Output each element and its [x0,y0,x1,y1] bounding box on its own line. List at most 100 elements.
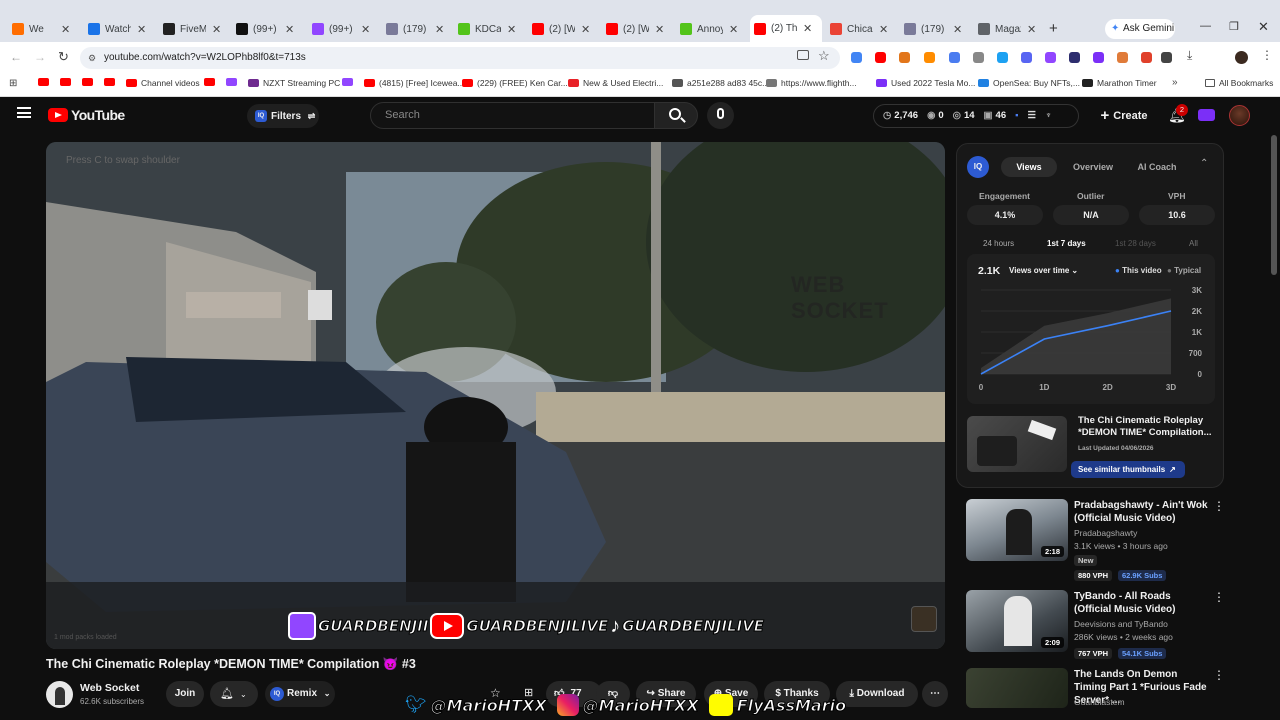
create-button[interactable]: + Create [1092,104,1156,128]
bookmark-item[interactable] [342,78,357,86]
range-28d[interactable]: 1st 28 days [1115,239,1156,248]
recommendation-item[interactable]: 2:18 Pradabagshawty - Ain't Wok (Officia… [956,499,1225,589]
extension-icon[interactable] [1021,52,1032,63]
tab-ai-coach[interactable]: AI Coach [1129,157,1185,177]
bookmark-star-icon[interactable]: ☆ [818,48,830,64]
search-button[interactable] [654,102,698,129]
end-card-avatar[interactable] [911,606,937,632]
close-tab-icon[interactable]: ✕ [729,23,738,36]
extension-icon[interactable] [899,52,910,63]
hamburger-menu-icon[interactable] [17,107,31,118]
browser-tab[interactable]: (99+) ✕ [236,19,302,39]
download-icon[interactable]: ⤓ [1187,48,1192,63]
extension-icon[interactable] [973,52,984,63]
extension-icon[interactable] [1161,52,1172,63]
recommendation-item[interactable]: 2:09 TyBando - All Roads (Official Music… [956,590,1225,680]
remix-button[interactable]: IQ Remix ⌄ [265,681,335,707]
more-actions-button[interactable]: ⋯ [922,681,948,707]
recommendation-item[interactable]: The Lands On Demon Timing Part 1 *Furiou… [956,668,1225,720]
download-button[interactable]: ⤓ Download [836,681,918,707]
extension-icon[interactable] [1093,52,1104,63]
close-tab-icon[interactable]: ✕ [507,23,516,36]
browser-tab[interactable]: Magaz ✕ [978,19,1044,39]
more-bookmarks-icon[interactable]: » [1172,77,1178,88]
bookmark-item[interactable]: OpenSea: Buy NFTs,... [978,78,1080,88]
page-scrollbar[interactable] [1271,135,1277,275]
voice-search-button[interactable] [707,102,734,129]
browser-tab[interactable]: (2) [WC ✕ [532,19,598,39]
tab-views[interactable]: Views [1001,157,1057,177]
restore-button[interactable]: ❐ [1229,20,1239,33]
more-options-icon[interactable]: ⋮ [1213,499,1225,513]
reload-icon[interactable]: ↻ [58,49,69,65]
all-bookmarks[interactable]: All Bookmarks [1205,78,1273,88]
video-player[interactable]: Press C to swap shoulder Web Socket 1 mo… [46,142,945,649]
extension-icon[interactable] [1141,52,1152,63]
close-tab-icon[interactable]: ✕ [581,23,590,36]
tubebuddy-icon[interactable] [1198,109,1215,121]
close-tab-icon[interactable]: ✕ [285,23,294,36]
browser-tab[interactable]: (179) W ✕ [904,19,970,39]
bookmark-item[interactable]: a251e288 ad83 45c... [672,78,769,88]
extension-icon[interactable] [1069,52,1080,63]
recommendation-thumbnail[interactable]: 2:18 [966,499,1068,561]
close-tab-icon[interactable]: ✕ [435,23,444,36]
close-window-button[interactable]: ✕ [1258,19,1269,35]
channel-avatar[interactable] [46,681,73,708]
close-tab-icon[interactable]: ✕ [655,23,664,36]
browser-tab[interactable]: We ✕ [12,19,78,39]
menu-icon[interactable]: ⋮ [1261,48,1273,62]
browser-tab[interactable]: (2) [WC ✕ [606,19,672,39]
browser-tab[interactable]: Annoy ✕ [680,19,746,39]
back-icon[interactable]: ← [10,50,22,64]
bookmark-item[interactable]: https://www.flighth... [766,78,857,88]
browser-tab[interactable]: (2) The ✕ [750,15,822,42]
close-tab-icon[interactable]: ✕ [803,22,812,35]
close-tab-icon[interactable]: ✕ [361,23,370,36]
see-similar-thumbnails-button[interactable]: See similar thumbnails ↗ [1071,461,1185,478]
install-icon[interactable] [797,50,809,60]
range-24h[interactable]: 24 hours [983,239,1014,248]
tab-overview[interactable]: Overview [1065,157,1121,177]
address-bar[interactable]: ⚙ youtube.com/watch?v=W2LOPhb8lf0&t=713s [80,47,840,69]
new-tab-button[interactable]: + [1049,20,1058,37]
extension-icon[interactable] [924,52,935,63]
thumbnail-preview[interactable] [967,416,1067,472]
close-tab-icon[interactable]: ✕ [212,23,221,36]
close-tab-icon[interactable]: ✕ [137,23,146,36]
bookmark-item[interactable] [226,78,241,86]
browser-tab[interactable]: Chicag ✕ [830,19,896,39]
forward-icon[interactable]: → [34,50,46,64]
browser-tab[interactable]: (179) Ir ✕ [386,19,452,39]
channel-name[interactable]: Web Socket [80,682,139,694]
close-tab-icon[interactable]: ✕ [61,23,70,36]
minimize-button[interactable]: — [1200,20,1211,32]
bookmark-item[interactable] [82,78,97,86]
bookmark-item[interactable] [38,78,53,86]
range-7d[interactable]: 1st 7 days [1047,239,1086,248]
browser-tab[interactable]: Watch ✕ [88,19,154,39]
bookmark-item[interactable]: Marathon Timer [1082,78,1157,88]
extension-icon[interactable] [949,52,960,63]
bookmark-item[interactable]: (4815) [Free] Icewea... [364,78,465,88]
youtube-logo[interactable]: YouTube [48,107,125,123]
bookmark-item[interactable]: New & Used Electri... [568,78,663,88]
bookmark-item[interactable]: (229) (FREE) Ken Car... [462,78,568,88]
recommendation-thumbnail[interactable]: 2:09 [966,590,1068,652]
close-tab-icon[interactable]: ✕ [879,23,888,36]
apps-grid-icon[interactable]: ⊞ [9,78,17,89]
extension-icon[interactable] [997,52,1008,63]
browser-tab[interactable]: KDCap ✕ [458,19,524,39]
bookmark-item[interactable]: NZXT Streaming PC [248,78,340,88]
extension-icon[interactable] [875,52,886,63]
bookmark-item[interactable]: Channel videos [126,78,200,88]
recommendation-thumbnail[interactable] [966,668,1068,708]
more-options-icon[interactable]: ⋮ [1213,590,1225,604]
join-button[interactable]: Join [166,681,204,707]
profile-avatar[interactable] [1235,51,1248,64]
ask-gemini-button[interactable]: ✦ Ask Gemini [1105,19,1175,39]
bookmark-item[interactable] [204,78,219,86]
close-tab-icon[interactable]: ✕ [953,23,962,36]
subscribe-bell-button[interactable]: 🔔︎ ⌄ [210,681,258,707]
browser-tab[interactable]: FiveM ✕ [163,19,229,39]
